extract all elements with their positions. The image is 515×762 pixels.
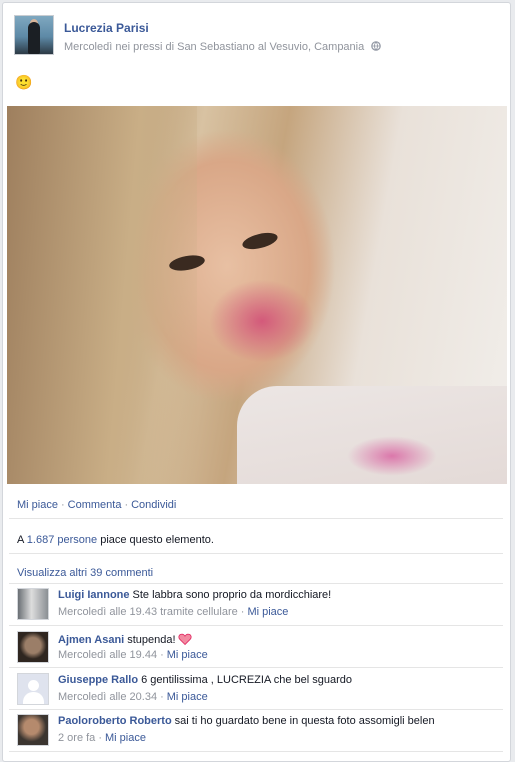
separator: ·: [60, 499, 65, 511]
comment-time[interactable]: Mercoledì alle 19.44: [58, 649, 157, 661]
heart-icon: [178, 632, 192, 646]
commenter-name[interactable]: Paoloroberto Roberto: [58, 715, 172, 727]
commenter-name[interactable]: Luigi Iannone: [58, 589, 130, 601]
divider: [9, 625, 503, 626]
divider: [9, 553, 503, 554]
comment-item: Luigi Iannone Ste labbra sono proprio da …: [17, 588, 501, 626]
globe-icon: [368, 41, 381, 53]
post-card: Lucrezia Parisi Mercoledì nei pressi di …: [2, 2, 511, 762]
like-button[interactable]: Mi piace: [17, 499, 58, 511]
comment-like-link[interactable]: Mi piace: [167, 691, 208, 703]
post-header: Lucrezia Parisi Mercoledì nei pressi di …: [14, 15, 494, 59]
post-actions: Mi piace · Commenta · Condividi: [17, 499, 176, 511]
comment-time[interactable]: Mercoledì alle 19.43 tramite cellulare: [58, 606, 238, 618]
location-text[interactable]: Mercoledì nei pressi di San Sebastiano a…: [64, 41, 364, 53]
author-name[interactable]: Lucrezia Parisi: [64, 21, 149, 35]
comment-text: 6 gentilissima , LUCREZIA che bel sguard…: [141, 674, 353, 686]
share-button[interactable]: Condividi: [131, 499, 176, 511]
author-avatar[interactable]: [14, 15, 54, 55]
divider: [9, 667, 503, 668]
comment-like-link[interactable]: Mi piace: [167, 649, 208, 661]
divider: [9, 751, 503, 752]
comment-button[interactable]: Commenta: [68, 499, 122, 511]
commenter-avatar[interactable]: [17, 673, 49, 705]
comment-text: stupenda!: [127, 634, 176, 646]
post-photo[interactable]: [7, 106, 507, 484]
comment-time[interactable]: 2 ore fa: [58, 732, 95, 744]
comment-like-link[interactable]: Mi piace: [105, 732, 146, 744]
divider: [9, 583, 503, 584]
comment-time[interactable]: Mercoledì alle 20.34: [58, 691, 157, 703]
smiley-icon: 🙂: [15, 74, 33, 90]
comment-item: Ajmen Asani stupenda! Mercoledì alle 19.4…: [17, 631, 501, 669]
view-more-comments-link[interactable]: Visualizza altri 39 commenti: [17, 567, 153, 579]
comment-text: sai ti ho guardato bene in questa foto a…: [174, 715, 435, 727]
divider: [9, 518, 503, 519]
commenter-name[interactable]: Ajmen Asani: [58, 634, 124, 646]
commenter-avatar[interactable]: [17, 714, 49, 746]
likes-prefix: A: [17, 534, 27, 546]
comment-item: Paoloroberto Roberto sai ti ho guardato b…: [17, 714, 501, 752]
comment-like-link[interactable]: Mi piace: [247, 606, 288, 618]
commenter-avatar[interactable]: [17, 588, 49, 620]
commenter-name[interactable]: Giuseppe Rallo: [58, 674, 138, 686]
post-location-time: Mercoledì nei pressi di San Sebastiano a…: [64, 41, 381, 53]
likes-count-link[interactable]: 1.687 persone: [27, 534, 97, 546]
likes-summary: A 1.687 persone piace questo elemento.: [17, 534, 214, 546]
comment-item: Giuseppe Rallo 6 gentilissima , LUCREZIA …: [17, 673, 501, 711]
commenter-avatar[interactable]: [17, 631, 49, 663]
divider: [9, 709, 503, 710]
separator: ·: [124, 499, 129, 511]
likes-suffix: piace questo elemento.: [97, 534, 214, 546]
comment-text: Ste labbra sono proprio da mordicchiare!: [132, 589, 332, 601]
